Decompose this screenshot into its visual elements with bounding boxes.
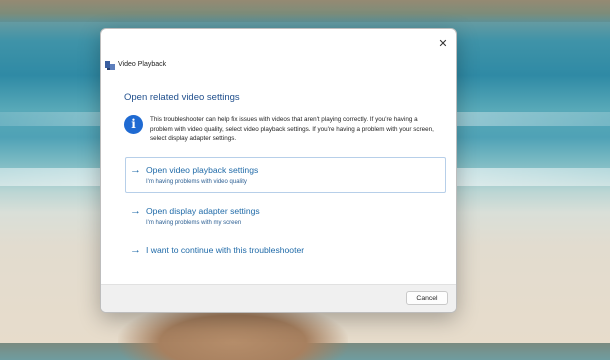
option-title: I want to continue with this troubleshoo… (146, 245, 305, 255)
cancel-button[interactable]: Cancel (406, 291, 448, 305)
info-text: This troubleshooter can help fix issues … (150, 116, 434, 142)
option-subtitle: I'm having problems with my screen (146, 220, 242, 226)
arrow-right-icon: → (130, 164, 141, 176)
option-video-playback-settings[interactable]: → Open video playback settings I'm havin… (125, 157, 446, 193)
page-heading: Open related video settings (124, 92, 240, 103)
option-continue-troubleshooter[interactable]: → I want to continue with this troublesh… (125, 237, 446, 265)
dialog-footer: Cancel (101, 284, 456, 312)
wallpaper-shore (0, 0, 610, 22)
troubleshooter-dialog: ✕ Video Playback Open related video sett… (100, 28, 457, 313)
info-icon: i (124, 115, 143, 134)
option-title: Open display adapter settings (146, 206, 260, 216)
close-button[interactable]: ✕ (436, 37, 450, 51)
dialog-title: Video Playback (118, 61, 167, 68)
dialog-titlebar: ✕ (101, 29, 456, 59)
option-title: Open video playback settings (146, 165, 259, 175)
troubleshooter-app-icon (105, 61, 115, 70)
option-display-adapter-settings[interactable]: → Open display adapter settings I'm havi… (125, 198, 446, 234)
arrow-right-icon: → (130, 244, 141, 256)
option-subtitle: I'm having problems with video quality (146, 179, 247, 185)
arrow-right-icon: → (130, 205, 141, 217)
